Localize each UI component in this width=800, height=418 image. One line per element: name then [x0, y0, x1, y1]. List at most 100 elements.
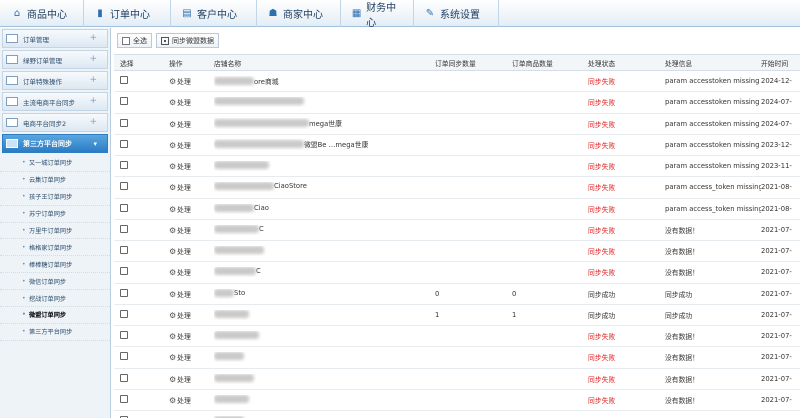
row-checkbox[interactable] — [120, 373, 128, 382]
expand-icon: + — [89, 96, 97, 106]
sync-count: 1 — [435, 310, 440, 319]
info-text: 没有数据！ — [665, 333, 699, 342]
nav-tab-settings[interactable]: ✎ 系统设置 — [414, 0, 499, 27]
row-checkbox[interactable] — [120, 352, 128, 361]
start-time: 2021-08- — [761, 204, 792, 213]
sidebar-item-selected[interactable]: 微盟订单同步 — [0, 307, 110, 324]
store-name: C — [214, 224, 435, 235]
row-checkbox[interactable] — [120, 224, 128, 233]
info-text: 没有数据！ — [665, 375, 699, 384]
process-button[interactable]: ⚙处理 — [158, 289, 214, 299]
sidebar-group-order-management[interactable]: 订单管理 + — [2, 29, 108, 48]
select-all-button[interactable]: 全选 — [117, 33, 152, 48]
start-time: 2021-07- — [761, 289, 792, 298]
gear-icon: ⚙ — [169, 140, 177, 150]
process-button[interactable]: ⚙处理 — [158, 352, 214, 362]
row-select — [114, 288, 158, 299]
sidebar-item[interactable]: 格格家订单同步 — [0, 239, 110, 257]
row-select — [114, 118, 158, 129]
process-button[interactable]: ⚙处理 — [158, 246, 214, 256]
redacted-blur — [214, 267, 256, 276]
header-sync-count: 订单同步数量 — [435, 59, 476, 68]
row-checkbox[interactable] — [120, 139, 128, 148]
row-checkbox[interactable] — [120, 76, 128, 85]
sidebar-item[interactable]: 又一城订单同步 — [0, 155, 110, 172]
sync-count: 0 — [435, 289, 440, 298]
sidebar-group-mainstream-sync[interactable]: 主流电商平台同步 + — [2, 92, 108, 111]
process-button[interactable]: ⚙处理 — [158, 204, 214, 214]
nav-tab-merchants[interactable]: ☗ 商家中心 — [257, 0, 341, 27]
process-button[interactable]: ⚙处理 — [158, 331, 214, 341]
info-text: param accesstoken missing — [665, 119, 760, 128]
nav-tab-finance[interactable]: ▦ 财务中心 — [341, 0, 414, 29]
info-text: param accesstoken missing — [665, 140, 760, 149]
gear-icon: ⚙ — [169, 98, 177, 108]
sidebar-group-green-orders[interactable]: 绿野订单管理 + — [2, 50, 108, 69]
row-checkbox[interactable] — [120, 246, 128, 255]
status-text: 同步失败 — [588, 396, 616, 405]
row-checkbox[interactable] — [120, 288, 128, 297]
row-checkbox[interactable] — [120, 267, 128, 276]
sidebar-item[interactable]: 万里牛订单同步 — [0, 223, 110, 240]
start-time: 2021-07- — [761, 247, 792, 256]
gear-icon: ⚙ — [169, 225, 177, 235]
process-button[interactable]: ⚙处理 — [158, 76, 214, 86]
process-button[interactable]: ⚙处理 — [158, 97, 214, 107]
sidebar-group-third-party-sync[interactable]: 第三方平台同步 ▾ — [2, 134, 108, 153]
process-button[interactable]: ⚙处理 — [158, 182, 214, 192]
status-text: 同步成功 — [588, 290, 616, 299]
process-button[interactable]: ⚙处理 — [158, 161, 214, 171]
store-name: 微盟Be …mega世康 — [214, 139, 435, 150]
expand-icon: + — [89, 75, 97, 85]
row-checkbox[interactable] — [120, 331, 128, 340]
calendar-icon: ▦ — [351, 7, 362, 19]
row-checkbox[interactable] — [120, 161, 128, 170]
store-name: Ciao — [214, 203, 435, 214]
redacted-blur — [214, 161, 269, 170]
row-checkbox[interactable] — [120, 118, 128, 127]
row-checkbox[interactable] — [120, 182, 128, 191]
sidebar: 订单管理 + 绿野订单管理 + 订单特殊操作 + 主流电商平台同步 + 电商平台同步2 +… — [0, 28, 111, 418]
nav-tab-customers[interactable]: ▤ 客户中心 — [171, 0, 257, 27]
process-button[interactable]: ⚙处理 — [158, 374, 214, 384]
table-body: ⚙处理 ore商城 同步失败 param accesstoken missing 202… — [114, 71, 800, 418]
process-button[interactable]: ⚙处理 — [158, 140, 214, 150]
header-status: 处理状态 — [588, 59, 616, 68]
process-button[interactable]: ⚙处理 — [158, 119, 214, 129]
store-name — [214, 246, 435, 256]
sync-weimob-button[interactable]: 同步微盟数据 — [156, 33, 219, 48]
window-icon — [6, 34, 18, 43]
process-button[interactable]: ⚙处理 — [158, 267, 214, 277]
sidebar-item[interactable]: 棒棒糖订单同步 — [0, 256, 110, 274]
process-button[interactable]: ⚙处理 — [158, 310, 214, 320]
table-row: ⚙处理 微盟Be …mega世康 同步失败 param accesstoken mis… — [114, 135, 800, 156]
gear-icon: ⚙ — [169, 268, 177, 278]
sidebar-item[interactable]: 微信订单同步 — [0, 273, 110, 291]
row-checkbox[interactable] — [120, 309, 128, 318]
table-header: 选择 操作 店铺名称 订单同步数量 订单商品数量 处理状态 处理信息 开始时间 — [114, 54, 800, 71]
sidebar-group-platform-sync-2[interactable]: 电商平台同步2 + — [2, 113, 108, 132]
info-text: 同步成功 — [665, 290, 693, 299]
process-button[interactable]: ⚙处理 — [158, 395, 214, 405]
header-info: 处理信息 — [665, 59, 693, 68]
process-button[interactable]: ⚙处理 — [158, 225, 214, 235]
sidebar-item[interactable]: 挖战订单同步 — [0, 290, 110, 308]
table-row: ⚙处理 C 同步失败 没有数据！ 2021-07- — [114, 220, 800, 241]
row-checkbox[interactable] — [120, 203, 128, 212]
header-store: 店铺名称 — [214, 59, 242, 68]
sidebar-group-special-ops[interactable]: 订单特殊操作 + — [2, 71, 108, 90]
info-text: 没有数据！ — [665, 354, 699, 363]
store-name — [214, 161, 435, 171]
sidebar-item[interactable]: 苏宁订单同步 — [0, 206, 110, 223]
row-checkbox[interactable] — [120, 394, 128, 403]
info-text: 没有数据！ — [665, 248, 699, 257]
nav-tab-products[interactable]: ⌂ 商品中心 — [0, 0, 84, 27]
sidebar-item[interactable]: 云集订单同步 — [0, 172, 110, 189]
sidebar-item[interactable]: 孩子王订单同步 — [0, 189, 110, 206]
sidebar-item[interactable]: 第三方平台同步 — [0, 324, 110, 341]
store-name — [214, 352, 435, 362]
gear-icon: ⚙ — [169, 332, 177, 342]
start-time: 2021-07- — [761, 268, 792, 277]
row-checkbox[interactable] — [120, 97, 128, 106]
nav-tab-orders[interactable]: ▮ 订单中心 — [84, 0, 171, 27]
